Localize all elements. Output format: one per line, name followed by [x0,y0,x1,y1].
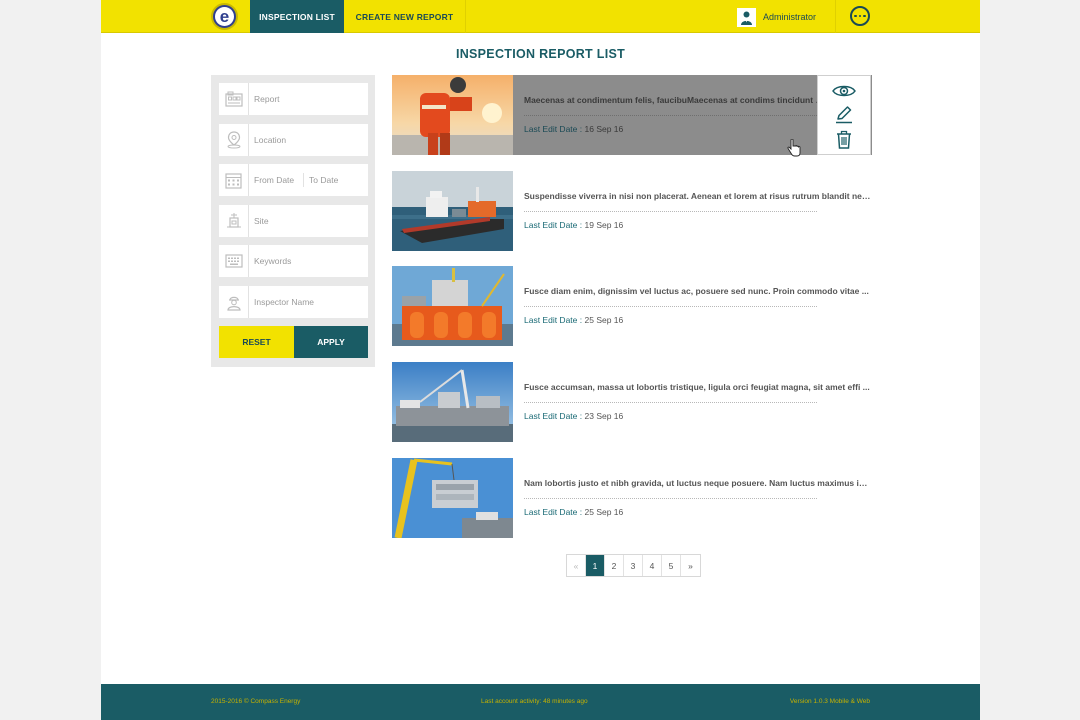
last-edit-label: Last Edit Date : [524,507,583,517]
inspector-icon [219,286,249,318]
pagination: « 1 2 3 4 5 » [566,554,701,577]
user-name: Administrator [763,12,817,22]
calendar-icon [219,164,249,196]
report-description: Nam lobortis justo et nibh gravida, ut l… [524,478,872,488]
report-item[interactable]: Fusce diam enim, dignissim vel luctus ac… [392,266,872,346]
report-last-edit: Last Edit Date : 25 Sep 16 [524,315,623,325]
inspector-filter-field[interactable]: Inspector Name [219,286,368,318]
tab-create-new-report[interactable]: CREATE NEW REPORT [344,0,466,33]
user-menu[interactable]: Administrator [737,7,816,27]
dot [858,14,862,18]
footer: 2015-2016 © Compass Energy Last account … [101,684,980,720]
report-last-edit: Last Edit Date : 16 Sep 16 [524,124,623,134]
pagination-next[interactable]: » [681,555,700,576]
pagination-page-5[interactable]: 5 [662,555,681,576]
dotted-divider [524,115,817,116]
dotted-divider [524,402,817,403]
footer-copyright: 2015-2016 © Compass Energy [211,698,301,705]
user-avatar-icon [737,7,756,27]
apply-button[interactable]: APPLY [294,326,368,358]
report-filter-field[interactable]: Report [219,83,368,115]
last-edit-date: 16 Sep 16 [584,124,624,134]
report-thumbnail-vessel [392,171,513,251]
last-edit-label: Last Edit Date : [524,315,583,325]
report-description: Fusce diam enim, dignissim vel luctus ac… [524,286,869,296]
pagination-page-3[interactable]: 3 [624,555,643,576]
last-edit-label: Last Edit Date : [524,411,583,421]
report-thumbnail-crane-lift [392,458,513,538]
report-item[interactable]: Suspendisse viverra in nisi non placerat… [392,171,872,251]
logo-letter: e [215,7,234,26]
site-icon [219,205,249,237]
pagination-prev[interactable]: « [567,555,586,576]
reset-button[interactable]: RESET [219,326,294,358]
last-edit-label: Last Edit Date : [524,220,583,230]
inspector-input-placeholder[interactable]: Inspector Name [249,297,314,307]
header-divider [835,0,836,33]
dot [854,14,857,18]
view-eye-icon[interactable] [832,81,856,101]
page: e INSPECTION LIST CREATE NEW REPORT Admi… [101,0,980,720]
date-range-inputs: From Date To Date [249,164,368,196]
location-input-placeholder[interactable]: Location [249,135,286,145]
filter-panel: Report Location From Date To Date Site K… [211,75,375,367]
site-input-placeholder[interactable]: Site [249,216,269,226]
report-body: Fusce accumsan, massa ut lobortis tristi… [513,362,872,442]
dotted-divider [524,498,817,499]
delete-trash-icon[interactable] [832,130,856,150]
last-edit-date: 23 Sep 16 [584,411,624,421]
report-thumbnail-worker [392,75,513,155]
location-pin-icon [219,124,249,156]
footer-version: Version 1.0.3 Mobile & Web [789,698,870,705]
report-description: Fusce accumsan, massa ut lobortis tristi… [524,382,870,392]
footer-last-activity: Last account activity: 48 minutes ago [481,698,588,705]
page-title: INSPECTION REPORT LIST [455,47,626,61]
site-filter-field[interactable]: Site [219,205,368,237]
date-range-filter-field[interactable]: From Date To Date [219,164,368,196]
keywords-input-placeholder[interactable]: Keywords [249,256,291,266]
report-body: Nam lobortis justo et nibh gravida, ut l… [513,458,872,538]
report-icon [219,83,249,115]
keywords-icon [219,245,249,277]
report-last-edit: Last Edit Date : 25 Sep 16 [524,507,623,517]
more-options-icon[interactable] [850,6,870,26]
last-edit-date: 25 Sep 16 [584,507,624,517]
pagination-page-2[interactable]: 2 [605,555,624,576]
report-last-edit: Last Edit Date : 19 Sep 16 [524,220,623,230]
report-description: Maecenas at condimentum felis, faucibuMa… [524,95,824,105]
report-thumbnail-ship-crane [392,362,513,442]
keywords-filter-field[interactable]: Keywords [219,245,368,277]
compass-energy-logo[interactable]: e [211,3,238,30]
tab-inspection-list[interactable]: INSPECTION LIST [250,0,344,33]
to-date-input[interactable]: To Date [303,173,357,187]
last-edit-date: 19 Sep 16 [584,220,624,230]
dot [863,14,866,18]
top-header: e INSPECTION LIST CREATE NEW REPORT Admi… [101,0,980,33]
last-edit-date: 25 Sep 16 [584,315,624,325]
report-description: Suspendisse viverra in nisi non placerat… [524,191,872,201]
pagination-page-1[interactable]: 1 [586,555,605,576]
last-edit-label: Last Edit Date : [524,124,583,134]
edit-pencil-icon[interactable] [832,105,856,125]
report-last-edit: Last Edit Date : 23 Sep 16 [524,411,623,421]
report-item[interactable]: Maecenas at condimentum felis, faucibuMa… [392,75,872,157]
report-body: Fusce diam enim, dignissim vel luctus ac… [513,266,872,346]
report-item[interactable]: Nam lobortis justo et nibh gravida, ut l… [392,458,872,538]
from-date-input[interactable]: From Date [249,173,303,187]
dotted-divider [524,306,817,307]
pagination-page-4[interactable]: 4 [643,555,662,576]
location-filter-field[interactable]: Location [219,124,368,156]
report-actions-panel [817,75,871,155]
hand-cursor-icon [787,139,801,157]
report-body: Suspendisse viverra in nisi non placerat… [513,171,872,251]
dotted-divider [524,211,817,212]
report-item[interactable]: Fusce accumsan, massa ut lobortis tristi… [392,362,872,442]
report-thumbnail-rig [392,266,513,346]
report-input-placeholder[interactable]: Report [249,94,280,104]
